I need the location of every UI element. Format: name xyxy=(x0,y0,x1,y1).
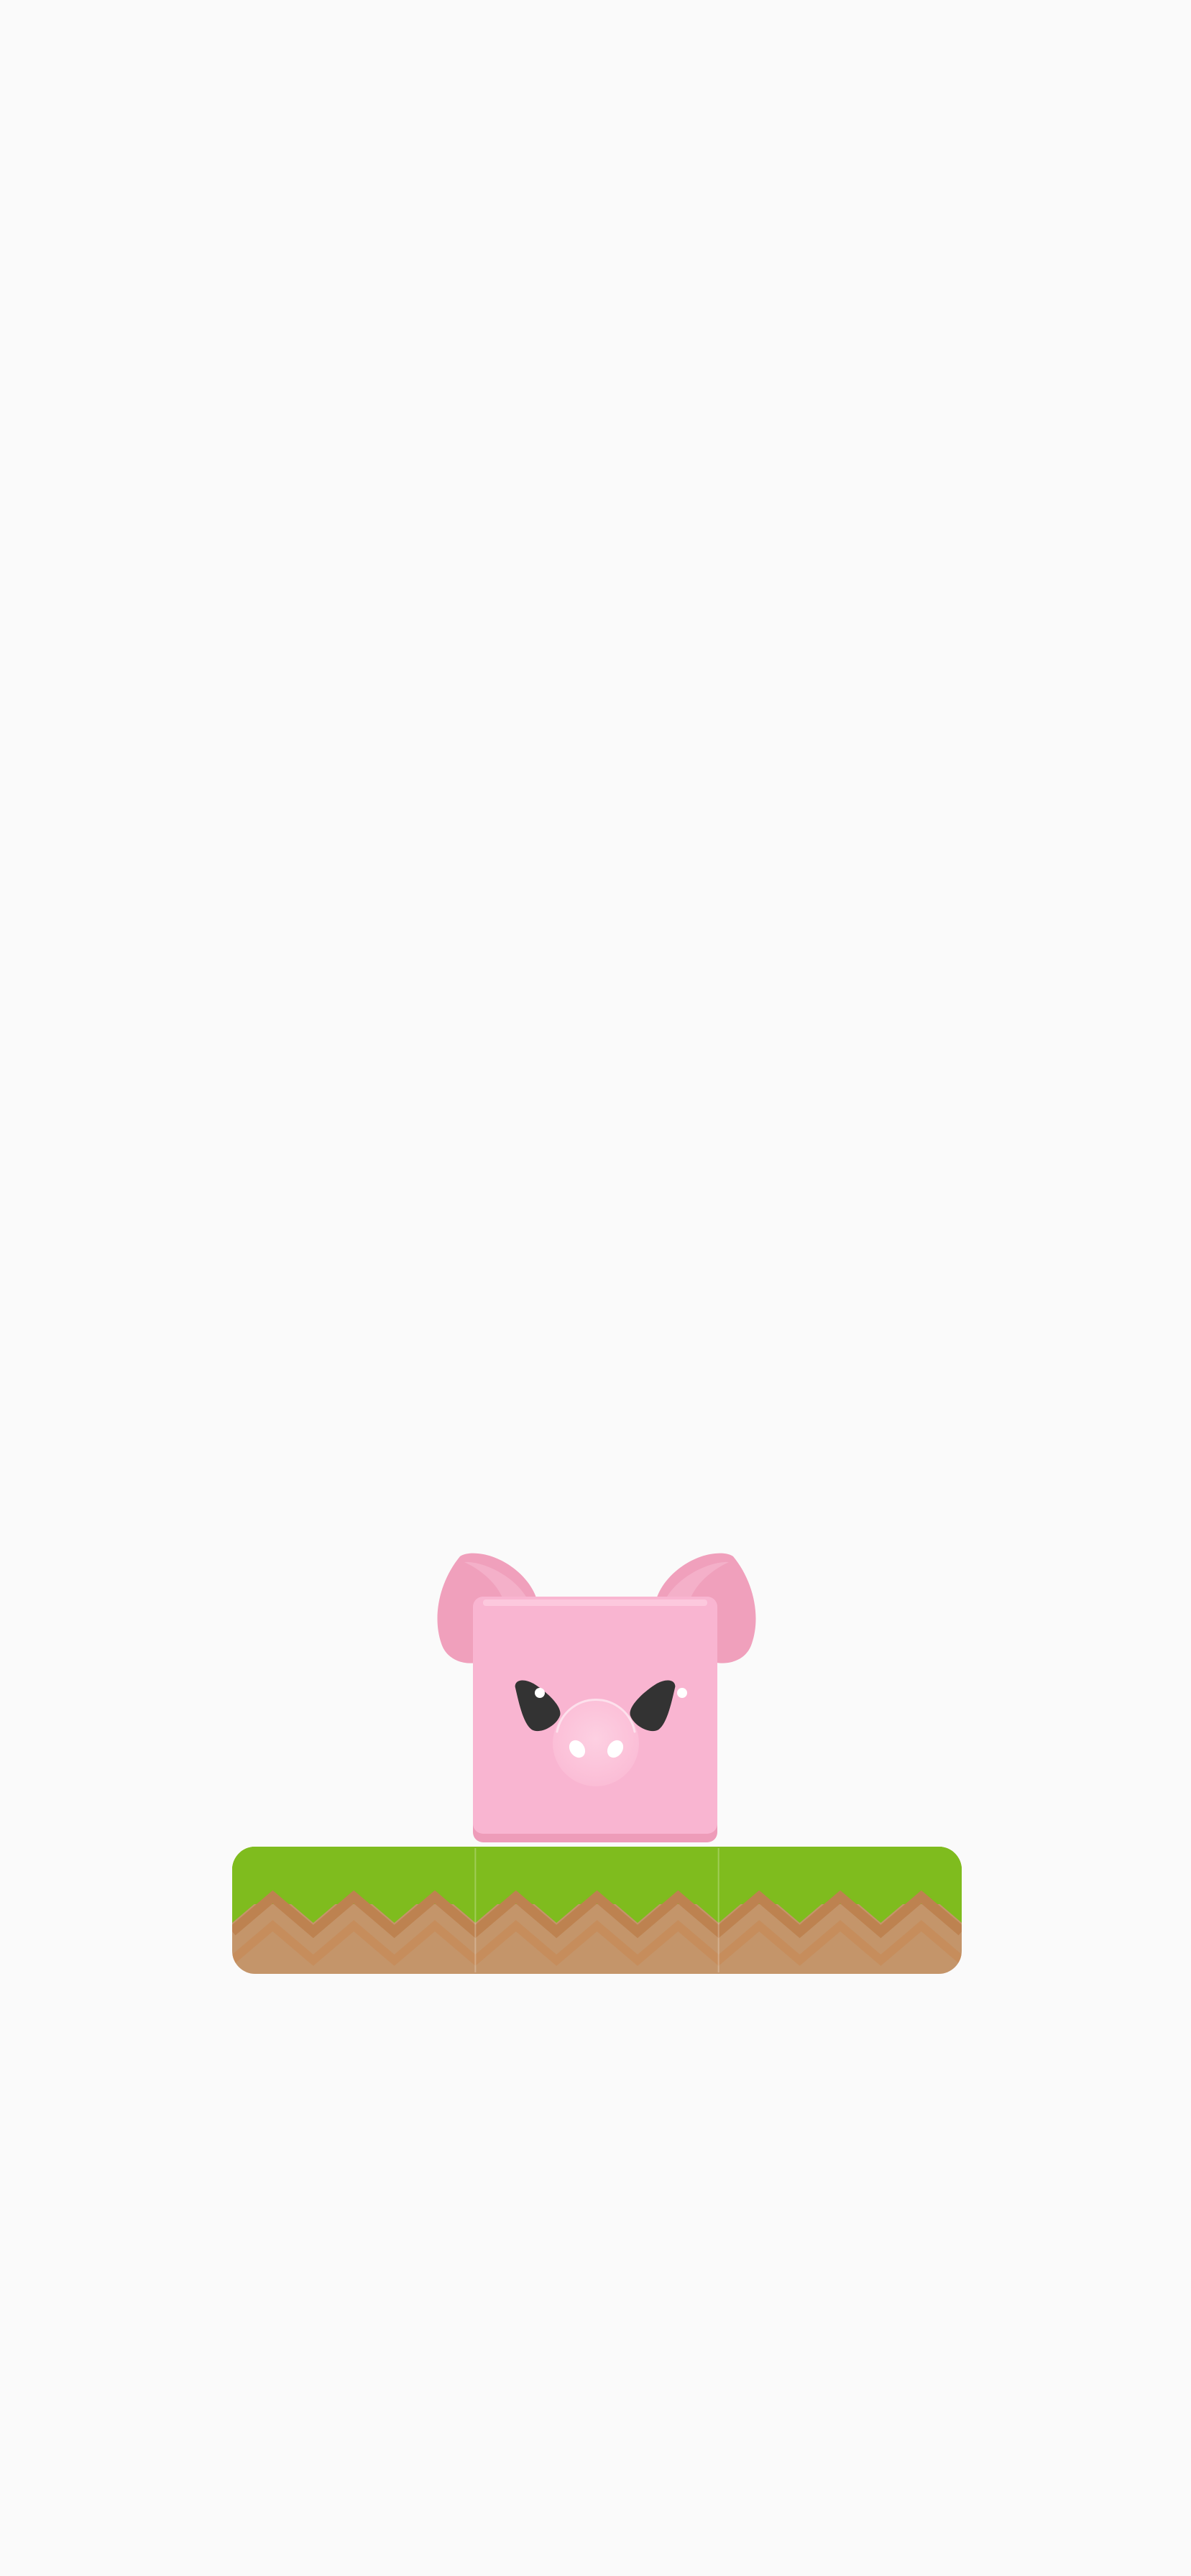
pig-left-eye-shine xyxy=(535,1688,545,1698)
grass-platform xyxy=(232,1847,962,1974)
pig-body-highlight xyxy=(483,1599,707,1606)
game-screen[interactable] xyxy=(0,0,1191,2576)
pig-right-eye-shine xyxy=(677,1688,687,1698)
sky-background xyxy=(0,0,1191,2576)
game-scene[interactable] xyxy=(0,0,1191,2576)
